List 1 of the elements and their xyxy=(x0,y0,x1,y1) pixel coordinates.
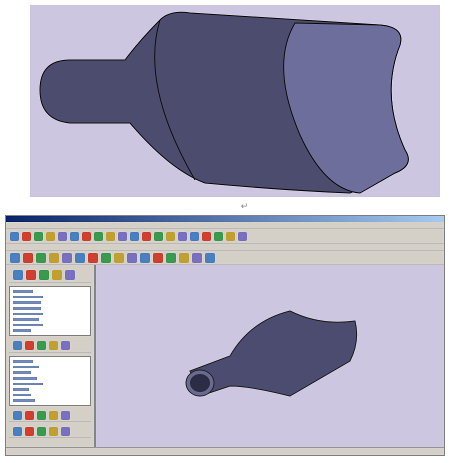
paragraph-mark: ↵ xyxy=(240,201,248,213)
